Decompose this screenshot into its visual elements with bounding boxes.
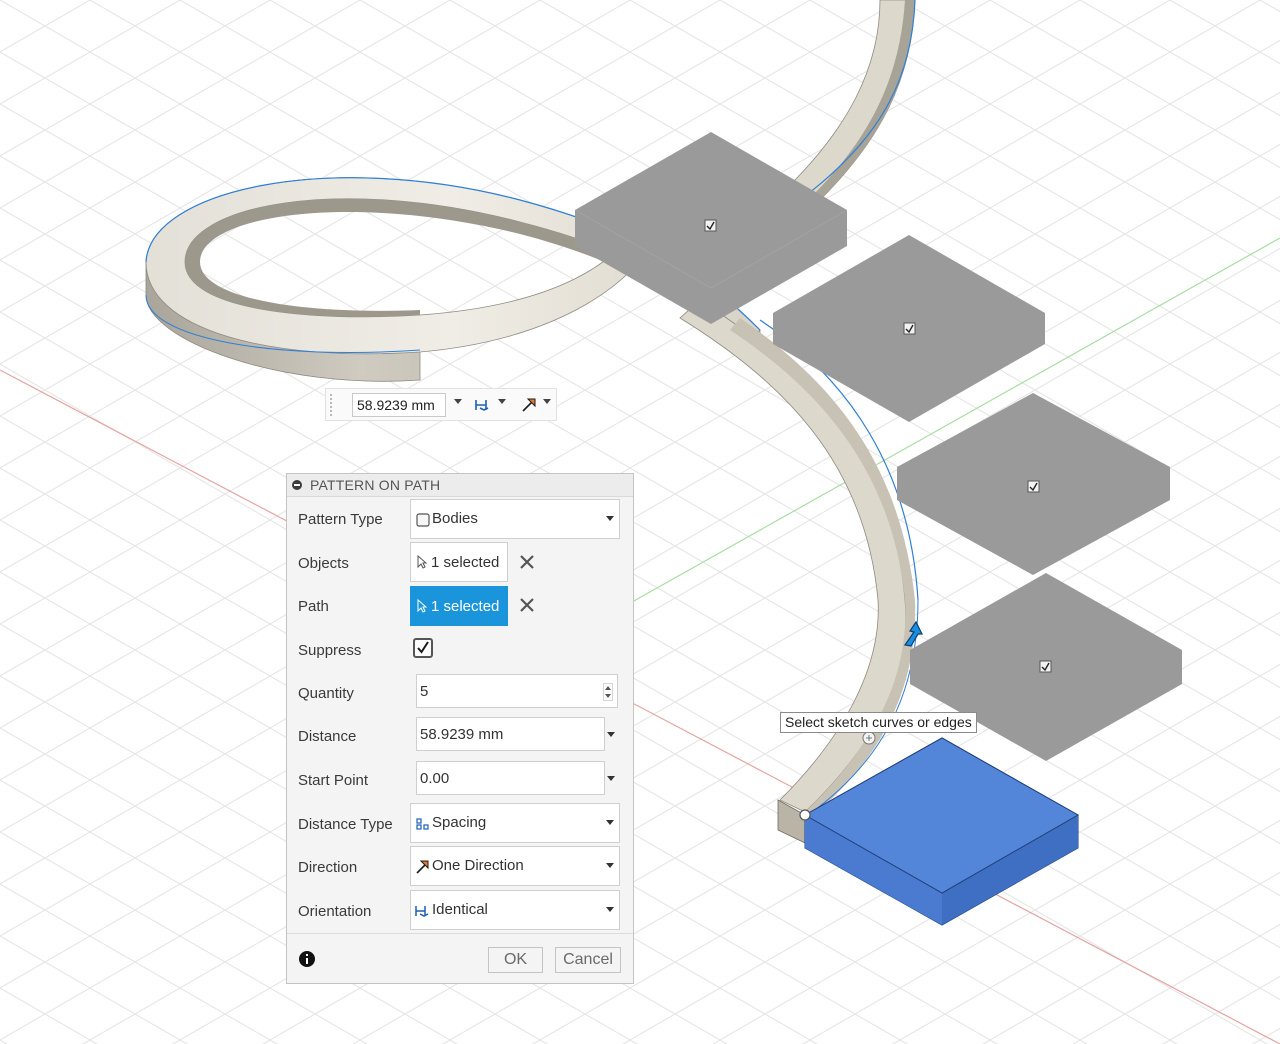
chevron-down-icon	[606, 907, 614, 912]
collapse-icon[interactable]	[292, 480, 302, 490]
orientation-label: Orientation	[298, 903, 372, 920]
distance-toolbar: 58.9239 mm	[325, 388, 557, 421]
path-selection-count: 1 selected	[431, 598, 500, 615]
cursor-icon	[417, 599, 427, 613]
pattern-on-path-dialog: PATTERN ON PATH Pattern Type Bodies Obje…	[286, 473, 634, 984]
chevron-down-icon	[606, 863, 614, 868]
suppress-label: Suppress	[298, 642, 362, 659]
path-label: Path	[298, 598, 329, 615]
direction-chevron-down-icon[interactable]	[543, 399, 551, 404]
start-point-label: Start Point	[298, 772, 369, 789]
distance-value-input[interactable]: 58.9239 mm	[352, 393, 446, 417]
pattern-type-value: Bodies	[432, 510, 478, 527]
objects-label: Objects	[298, 555, 349, 572]
cancel-button[interactable]: Cancel	[555, 947, 621, 973]
path-select-button[interactable]: 1 selected	[410, 586, 508, 626]
start-point-input[interactable]: 0.00	[416, 761, 605, 795]
distance-label: Distance	[298, 728, 357, 745]
direction-label: Direction	[298, 859, 358, 876]
ok-button[interactable]: OK	[488, 947, 543, 973]
distance-type-dropdown[interactable]: Spacing	[410, 803, 620, 843]
toolbar-grip-handle[interactable]	[329, 393, 333, 417]
distance-unit-chevron-down-icon[interactable]	[454, 399, 462, 404]
info-icon[interactable]	[299, 951, 315, 967]
checkmark-icon	[417, 641, 429, 654]
objects-selection-count: 1 selected	[431, 554, 500, 571]
quantity-spinner-icon[interactable]	[603, 683, 613, 701]
path-glyph-icon	[862, 731, 876, 745]
orientation-chevron-down-icon[interactable]	[498, 399, 506, 404]
quantity-value: 5	[420, 683, 429, 700]
start-point-chevron-down-icon[interactable]	[607, 776, 615, 781]
chevron-down-icon	[606, 516, 614, 521]
distance-value: 58.9239 mm	[420, 726, 504, 743]
suppress-checkbox-instance-1[interactable]	[704, 219, 717, 232]
distance-type-label: Distance Type	[298, 816, 393, 833]
distance-type-value: Spacing	[432, 814, 487, 831]
quantity-stepper[interactable]: 5	[416, 674, 618, 708]
dialog-header[interactable]: PATTERN ON PATH	[287, 474, 633, 497]
pattern-type-label: Pattern Type	[298, 511, 383, 528]
orientation-value: Identical	[432, 901, 488, 918]
orientation-identical-icon[interactable]	[474, 396, 494, 414]
spacing-icon	[416, 818, 429, 830]
selection-tooltip: Select sketch curves or edges	[780, 712, 977, 733]
direction-value: One Direction	[432, 857, 524, 874]
quantity-label: Quantity	[298, 685, 354, 702]
one-direction-icon	[416, 860, 429, 874]
clear-objects-close-icon[interactable]	[519, 554, 535, 570]
dialog-title: PATTERN ON PATH	[310, 477, 441, 493]
chevron-down-icon	[606, 820, 614, 825]
objects-select-button[interactable]: 1 selected	[410, 542, 508, 582]
suppress-checkbox-instance-3[interactable]	[1027, 480, 1040, 493]
distance-input[interactable]: 58.9239 mm	[416, 717, 605, 751]
path-start-point[interactable]	[799, 809, 811, 821]
orientation-dropdown[interactable]: Identical	[410, 890, 620, 930]
dialog-footer: OK Cancel	[287, 933, 633, 984]
bodies-icon	[416, 513, 430, 527]
cursor-icon	[417, 555, 427, 569]
identical-icon	[415, 906, 429, 917]
direction-dropdown[interactable]: One Direction	[410, 846, 620, 886]
direction-one-icon[interactable]	[520, 396, 540, 414]
distance-chevron-down-icon[interactable]	[607, 732, 615, 737]
suppress-checkbox-instance-2[interactable]	[903, 322, 916, 335]
pattern-type-dropdown[interactable]: Bodies	[410, 499, 620, 539]
suppress-checkbox[interactable]	[413, 638, 433, 658]
3d-viewport[interactable]	[0, 0, 1280, 1044]
clear-path-close-icon[interactable]	[519, 597, 535, 613]
suppress-checkbox-instance-4[interactable]	[1039, 660, 1052, 673]
start-point-value: 0.00	[420, 770, 450, 787]
